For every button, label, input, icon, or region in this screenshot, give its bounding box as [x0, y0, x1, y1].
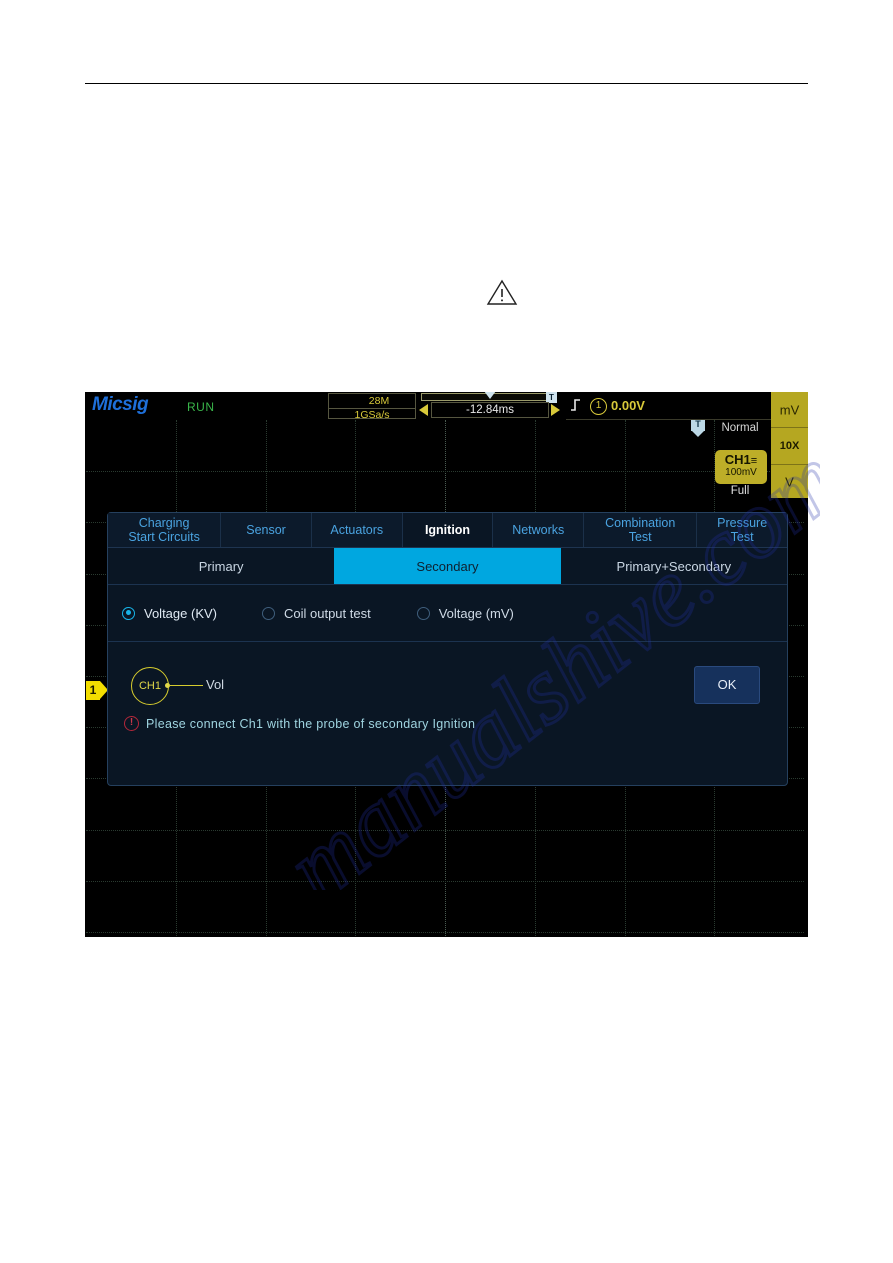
tab-combination-test[interactable]: Combination Test: [584, 513, 698, 547]
page-header-rule: [85, 83, 808, 84]
radio-label: Coil output test: [284, 605, 371, 621]
trigger-time-marker[interactable]: T: [691, 419, 705, 437]
tab-pressure-test[interactable]: Pressure Test: [697, 513, 788, 547]
trigger-source-badge: 1: [590, 398, 607, 415]
run-state-label: RUN: [187, 400, 215, 414]
subtab-secondary[interactable]: Secondary: [334, 548, 561, 584]
connection-warning: ! Please connect Ch1 with the probe of s…: [124, 716, 475, 731]
document-page: Micsig RUN 28M 1GSa/s T -12.84ms 1 0.00V…: [0, 0, 893, 1263]
channel-bandwidth-label: Full: [730, 485, 750, 497]
trigger-marker-label: T: [695, 419, 701, 429]
tab-networks[interactable]: Networks: [493, 513, 585, 547]
radio-coil-output-test[interactable]: Coil output test: [262, 606, 371, 621]
subtab-primary[interactable]: Primary: [108, 548, 334, 584]
warning-triangle-icon: [486, 279, 518, 305]
dc-coupling-icon: ≡: [750, 455, 758, 467]
measurement-mode-radio-group: Voltage (KV) Coil output test Voltage (m…: [108, 585, 787, 642]
radio-label: Voltage (KV): [144, 605, 217, 621]
channel-badge-scale: 100mV: [725, 467, 757, 478]
tab-label-line1: Charging: [138, 516, 190, 530]
diagram-probe-line: [169, 685, 203, 686]
connection-diagram-area: CH1 Vol ! Please connect Ch1 with the pr…: [108, 642, 787, 782]
ok-button[interactable]: OK: [694, 666, 760, 704]
offset-right-arrow-icon[interactable]: [551, 404, 560, 416]
tab-label-line2: Start Circuits: [128, 530, 200, 544]
channel-1-ground-pointer[interactable]: 1: [86, 681, 108, 700]
tab-actuators[interactable]: Actuators: [311, 513, 403, 547]
oscilloscope-screenshot: Micsig RUN 28M 1GSa/s T -12.84ms 1 0.00V…: [85, 392, 808, 937]
vertical-unit-v-button[interactable]: V: [771, 463, 808, 500]
vertical-scale-controls[interactable]: mV 10X V: [771, 392, 808, 498]
ignition-subtab-row: Primary Secondary Primary+Secondary: [108, 548, 787, 585]
trigger-mode-label: Normal: [721, 422, 759, 434]
radio-indicator: [416, 606, 430, 620]
radio-indicator: [262, 606, 275, 620]
diagram-signal-label: Vol: [206, 677, 225, 692]
rising-edge-icon: [571, 399, 580, 411]
tab-ignition[interactable]: Ignition: [402, 513, 494, 547]
memory-position-bar[interactable]: T: [421, 392, 557, 403]
time-offset-value: -12.84ms: [431, 402, 549, 418]
tab-charging-start-circuits[interactable]: Charging Start Circuits: [108, 513, 222, 547]
sample-rate-value: 1GSa/s: [329, 407, 415, 422]
diagram-channel-node: CH1: [131, 667, 169, 705]
probe-attenuation-button[interactable]: 10X: [771, 427, 808, 463]
scope-status-bar: Micsig RUN 28M 1GSa/s T -12.84ms 1 0.00V: [85, 392, 808, 422]
offset-left-arrow-icon[interactable]: [419, 404, 428, 416]
subtab-primary-plus-secondary[interactable]: Primary+Secondary: [561, 548, 787, 584]
channel-badge-name: CH1: [724, 452, 751, 467]
category-tab-row: Charging Start Circuits Sensor Actuators…: [108, 513, 788, 548]
channel-pointer-number: 1: [89, 683, 97, 697]
brand-logo: Micsig: [92, 394, 149, 415]
exclamation-circle-icon: !: [124, 716, 139, 731]
vertical-unit-mv-button[interactable]: mV: [771, 392, 808, 427]
memory-center-marker: [484, 392, 496, 399]
radio-label: Voltage (mV): [438, 605, 514, 621]
radio-voltage-mv[interactable]: Voltage (mV): [416, 605, 514, 621]
time-offset-control[interactable]: -12.84ms: [417, 402, 562, 419]
connection-warning-text: Please connect Ch1 with the probe of sec…: [146, 716, 476, 731]
trigger-level-value: 0.00V: [611, 398, 645, 413]
automotive-test-dialog: Charging Start Circuits Sensor Actuators…: [107, 512, 788, 786]
memory-depth-value: 28M: [368, 395, 390, 407]
memory-depth-cell[interactable]: 28M 1GSa/s: [328, 393, 416, 422]
radio-indicator: [122, 606, 135, 620]
channel-1-badge[interactable]: CH1≡ 100mV: [715, 450, 767, 484]
radio-voltage-kv[interactable]: Voltage (KV): [122, 606, 217, 621]
tab-sensor[interactable]: Sensor: [221, 513, 312, 547]
